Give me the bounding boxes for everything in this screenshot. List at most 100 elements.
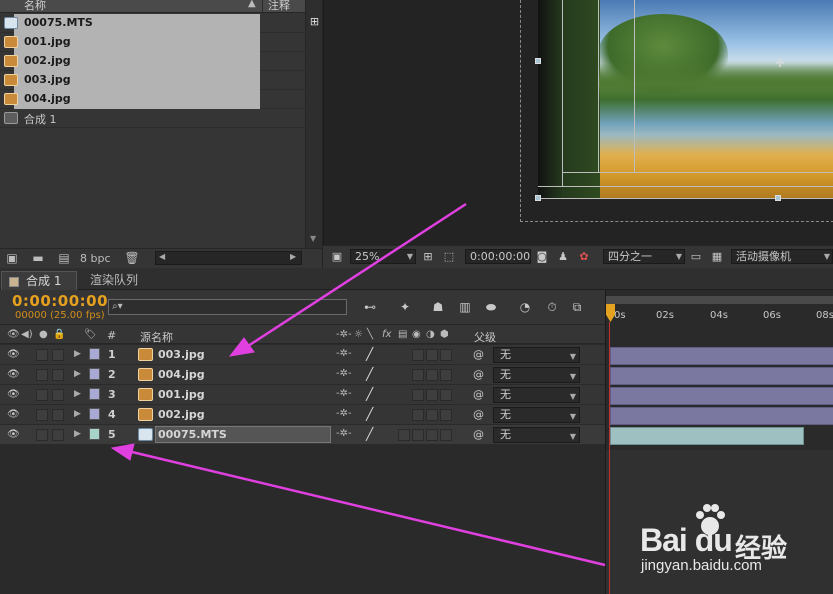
hide-shy-layers-icon[interactable]: ☗: [428, 298, 448, 316]
project-item[interactable]: 001.jpg: [0, 33, 305, 52]
pick-whip-icon[interactable]: @: [473, 348, 484, 361]
switch-box[interactable]: [440, 429, 452, 441]
label-color-swatch[interactable]: [89, 408, 100, 420]
region-of-interest-icon[interactable]: ▭: [688, 249, 704, 264]
label-tag-icon[interactable]: 🏷: [84, 329, 97, 340]
scroll-right-arrow-icon[interactable]: ▶: [290, 252, 296, 261]
zoom-dropdown[interactable]: 25% ▼: [350, 249, 416, 264]
grid-guides-icon[interactable]: ⊞: [420, 249, 436, 264]
project-horizontal-scrollbar[interactable]: ◀ ▶: [155, 251, 302, 265]
flowchart-icon[interactable]: ⊞: [308, 15, 321, 28]
layer-name[interactable]: 003.jpg: [158, 348, 205, 361]
expand-triangle-icon[interactable]: ▶: [74, 349, 81, 359]
switch-box[interactable]: [412, 349, 424, 361]
draft-3d-icon[interactable]: ✦: [395, 298, 415, 316]
solo-icon[interactable]: ●: [39, 329, 48, 340]
eye-icon[interactable]: 👁: [7, 389, 20, 400]
shy-icon[interactable]: -✲-: [336, 368, 352, 379]
switch-box[interactable]: [440, 369, 452, 381]
switch-box[interactable]: [440, 389, 452, 401]
project-item[interactable]: 002.jpg: [0, 52, 305, 71]
switch-box[interactable]: [412, 429, 424, 441]
switch-box[interactable]: [412, 409, 424, 421]
viewer-canvas[interactable]: ✛: [323, 0, 833, 245]
source-name-header[interactable]: 源名称: [140, 329, 173, 345]
switch-box[interactable]: [398, 429, 410, 441]
lock-icon[interactable]: 🔒: [53, 329, 65, 340]
layer-name[interactable]: 004.jpg: [158, 368, 205, 381]
shy-icon[interactable]: -✲-: [336, 348, 352, 359]
transparency-grid-icon[interactable]: ▦: [709, 249, 725, 264]
switch-box[interactable]: [426, 409, 438, 421]
layer-duration-bar[interactable]: [610, 367, 833, 385]
switch-box[interactable]: [440, 409, 452, 421]
auto-keyframe-icon[interactable]: ⏱: [542, 298, 562, 316]
layer-name[interactable]: 00075.MTS: [158, 428, 227, 441]
shy-icon[interactable]: -✲-: [336, 428, 352, 439]
layer-row[interactable]: 👁 ▶ 4 002.jpg -✲- ╱ @ 无 ▼: [0, 405, 605, 425]
solo-toggle[interactable]: [36, 429, 48, 441]
scroll-down-arrow-icon[interactable]: ▼: [310, 234, 316, 243]
new-composition-icon[interactable]: ▤: [56, 252, 72, 265]
new-folder-icon[interactable]: ▬: [30, 252, 46, 265]
motion-blur-icon[interactable]: ⬬: [481, 298, 501, 316]
layer-row[interactable]: 👁 ▶ 1 003.jpg -✲- ╱ @ 无 ▼: [0, 345, 605, 365]
project-item[interactable]: 合成 1: [0, 109, 305, 128]
lock-toggle[interactable]: [52, 389, 64, 401]
video-eye-icon[interactable]: 👁: [7, 329, 20, 340]
parent-dropdown[interactable]: 无 ▼: [493, 347, 580, 363]
quality-slash-icon[interactable]: ╱: [366, 427, 373, 441]
show-snapshot-icon[interactable]: ♟: [555, 249, 571, 264]
quality-slash-icon[interactable]: ╱: [366, 407, 373, 421]
eye-icon[interactable]: 👁: [7, 429, 20, 440]
pick-whip-icon[interactable]: @: [473, 388, 484, 401]
quality-slash-icon[interactable]: ╱: [366, 367, 373, 381]
trash-icon[interactable]: 🗑: [124, 252, 140, 265]
shy-icon[interactable]: -✲-: [336, 408, 352, 419]
layer-search-input[interactable]: ⌕▾: [108, 299, 347, 315]
expand-triangle-icon[interactable]: ▶: [74, 429, 81, 439]
eye-icon[interactable]: 👁: [7, 369, 20, 380]
switch-box[interactable]: [412, 369, 424, 381]
label-color-swatch[interactable]: [89, 368, 100, 380]
layer-duration-bar[interactable]: [610, 407, 833, 425]
frame-blend-switch-icon[interactable]: ▤: [398, 329, 407, 340]
motion-blur-switch-icon[interactable]: ◉: [412, 329, 421, 340]
label-color-swatch[interactable]: [89, 388, 100, 400]
transform-handle[interactable]: [775, 195, 781, 201]
label-color-swatch[interactable]: [89, 428, 100, 440]
parent-header[interactable]: 父级: [474, 329, 496, 345]
tab-render-queue[interactable]: 渲染队列: [82, 271, 152, 290]
eye-icon[interactable]: 👁: [7, 409, 20, 420]
expand-triangle-icon[interactable]: ▶: [74, 389, 81, 399]
name-column-label[interactable]: 名称: [24, 0, 46, 13]
lock-toggle[interactable]: [52, 369, 64, 381]
parent-dropdown[interactable]: 无 ▼: [493, 427, 580, 443]
layer-row[interactable]: 👁 ▶ 3 001.jpg -✲- ╱ @ 无 ▼: [0, 385, 605, 405]
quality-switch-icon[interactable]: ╲: [367, 329, 373, 340]
switch-box[interactable]: [426, 349, 438, 361]
eye-icon[interactable]: 👁: [7, 349, 20, 360]
work-area-bar[interactable]: [606, 296, 833, 304]
switch-box[interactable]: [426, 429, 438, 441]
switch-box[interactable]: [412, 389, 424, 401]
shy-icon[interactable]: -✲-: [336, 388, 352, 399]
layer-duration-bar[interactable]: [610, 427, 804, 445]
camera-dropdown[interactable]: 活动摄像机 ▼: [731, 249, 833, 264]
solo-toggle[interactable]: [36, 389, 48, 401]
solo-toggle[interactable]: [36, 369, 48, 381]
layer-duration-bar[interactable]: [610, 387, 833, 405]
layer-name[interactable]: 001.jpg: [158, 388, 205, 401]
composition-mini-flowchart-icon[interactable]: ⊷: [360, 298, 380, 316]
current-time-field[interactable]: 0:00:00:00: [465, 249, 531, 264]
pick-whip-icon[interactable]: @: [473, 408, 484, 421]
column-divider[interactable]: [262, 0, 263, 13]
quality-slash-icon[interactable]: ╱: [366, 387, 373, 401]
solo-toggle[interactable]: [36, 349, 48, 361]
audio-speaker-icon[interactable]: ◀): [21, 329, 33, 340]
collapse-switch-icon[interactable]: ☼: [354, 329, 363, 340]
color-channels-icon[interactable]: ✿: [576, 249, 592, 264]
pick-whip-icon[interactable]: @: [473, 428, 484, 441]
shy-switch-icon[interactable]: -✲-: [336, 329, 352, 340]
project-item[interactable]: 003.jpg: [0, 71, 305, 90]
